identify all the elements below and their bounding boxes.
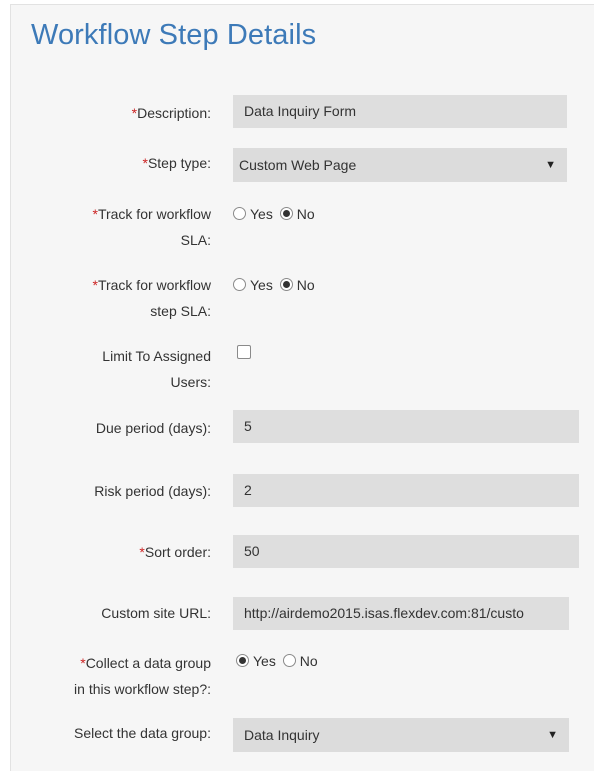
custom-url-input[interactable]: http://airdemo2015.isas.flexdev.com:81/c…: [233, 597, 569, 630]
track-step-sla-label: *Track for workflow: [92, 277, 211, 293]
step-type-select[interactable]: Custom Web Page ▼: [233, 148, 567, 182]
collect-data-group-radio-group: Yes No: [236, 652, 321, 670]
sort-order-input[interactable]: 50: [233, 535, 579, 568]
track-step-sla-no-radio[interactable]: [279, 278, 293, 291]
track-step-sla-yes-radio[interactable]: [233, 278, 246, 291]
caret-down-icon: ▼: [547, 729, 558, 741]
limit-users-label: Limit To Assigned: [102, 348, 211, 364]
track-workflow-sla-label: *Track for workflow: [92, 206, 211, 222]
description-input[interactable]: Data Inquiry Form: [233, 95, 567, 128]
sort-order-label: *Sort order:: [139, 544, 211, 560]
track-workflow-sla-no-radio[interactable]: [279, 207, 293, 220]
page-title: Workflow Step Details: [31, 19, 317, 51]
collect-data-group-no-radio[interactable]: [282, 654, 296, 667]
collect-data-group-yes-radio[interactable]: [236, 654, 249, 667]
workflow-step-details-panel: Workflow Step Details *Description: Data…: [10, 4, 594, 771]
track-workflow-sla-radio-group: Yes No: [233, 205, 318, 223]
due-period-input[interactable]: 5: [233, 410, 579, 443]
collect-data-group-label: *Collect a data group: [80, 655, 211, 671]
caret-down-icon: ▼: [545, 159, 556, 171]
due-period-label: Due period (days):: [95, 420, 211, 436]
custom-url-label: Custom site URL:: [101, 605, 211, 621]
data-group-select[interactable]: Data Inquiry ▼: [233, 718, 569, 752]
track-step-sla-radio-group: Yes No: [233, 276, 318, 294]
step-type-label: *Step type:: [142, 155, 212, 171]
description-label: *Description:: [131, 105, 211, 121]
track-workflow-sla-yes-radio[interactable]: [233, 207, 246, 220]
data-group-label: Select the data group:: [74, 725, 211, 741]
risk-period-label: Risk period (days):: [94, 483, 211, 499]
limit-users-checkbox[interactable]: [237, 345, 251, 359]
risk-period-input[interactable]: 2: [233, 474, 579, 507]
